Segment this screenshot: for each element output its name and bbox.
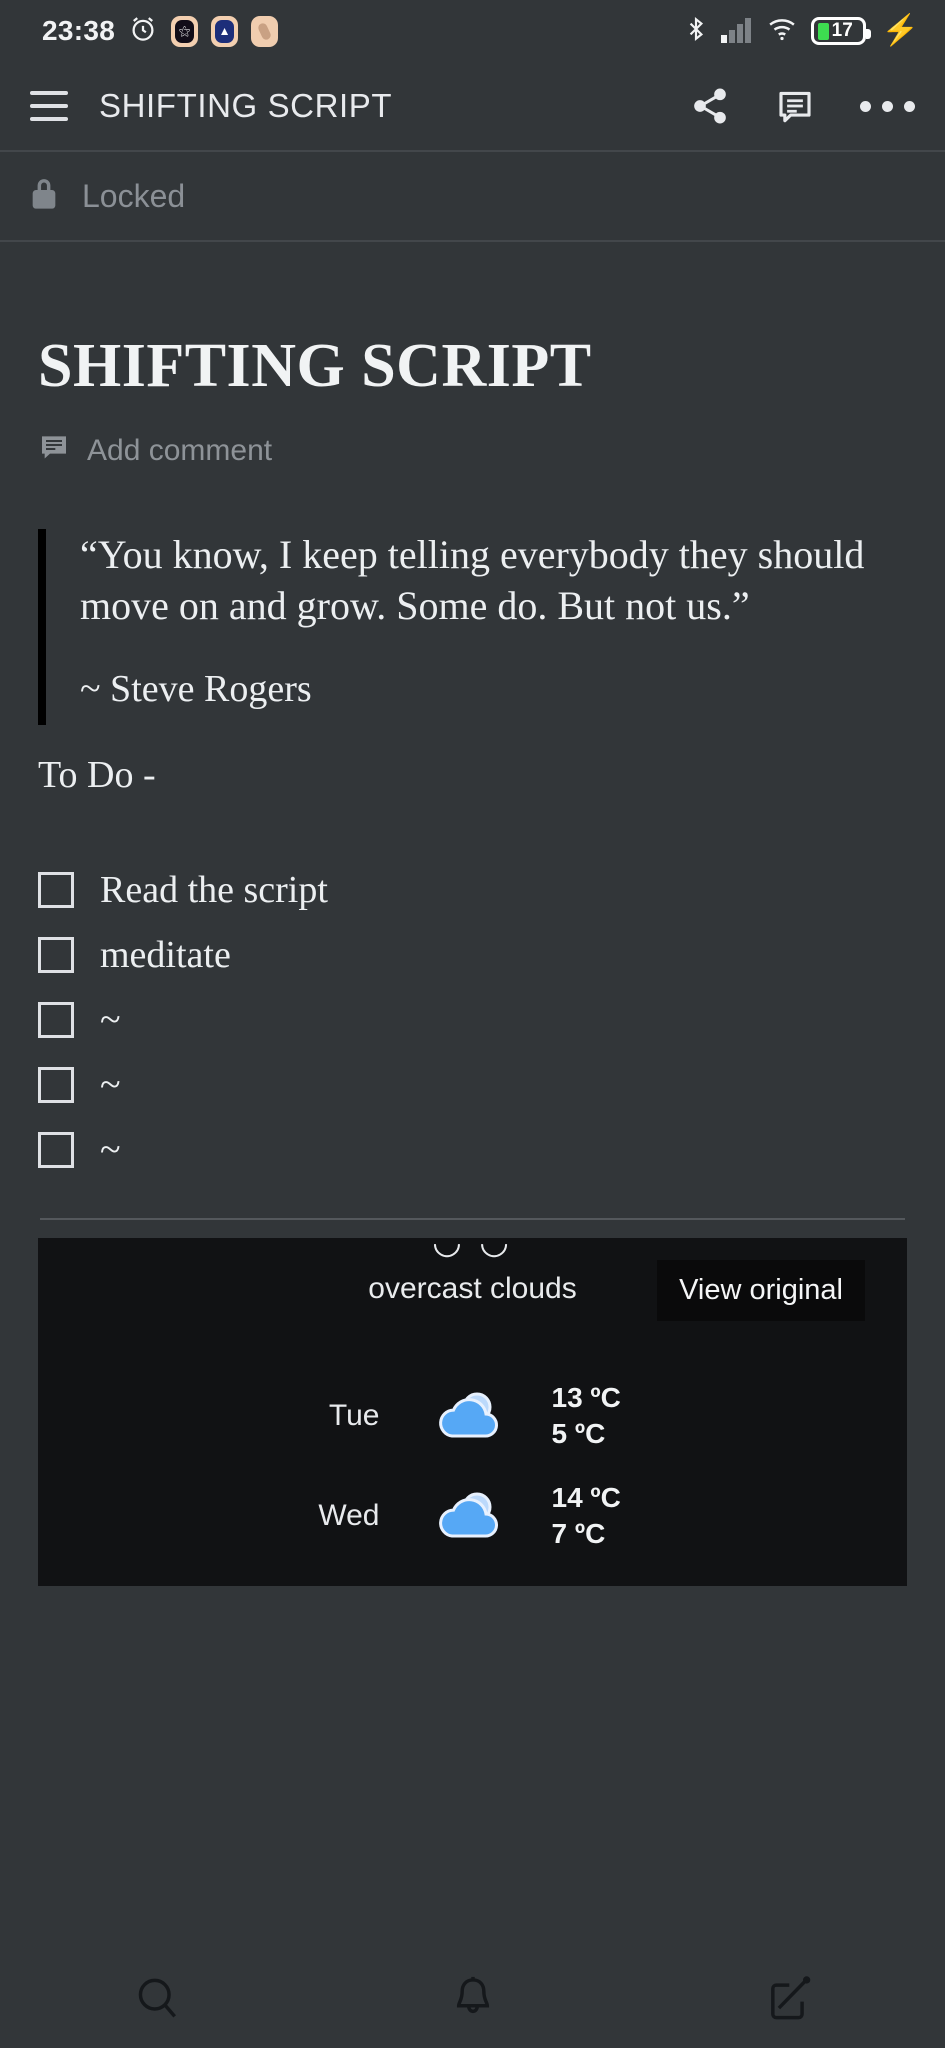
wifi-icon: [765, 14, 799, 49]
list-item[interactable]: Read the script: [38, 857, 907, 922]
checklist-item-label: ~: [100, 998, 121, 1041]
app-bar: SHIFTING SCRIPT: [0, 62, 945, 150]
bottom-navigation-bar: [0, 1950, 945, 2048]
battery-indicator: 17: [810, 17, 871, 45]
section-divider: [40, 1218, 905, 1221]
more-options-icon[interactable]: [860, 100, 915, 112]
checklist-item-label: Read the script: [100, 868, 328, 911]
blockquote-author: ~ Steve Rogers: [80, 668, 312, 711]
list-item[interactable]: ~: [38, 987, 907, 1052]
blockquote: “You know, I keep telling everybody they…: [38, 529, 907, 726]
app-bar-title: SHIFTING SCRIPT: [99, 87, 393, 124]
checklist-item-label: ~: [100, 1063, 121, 1106]
locked-bar-divider: [0, 240, 945, 242]
todo-heading: To Do -: [38, 754, 156, 797]
weather-forecast-list: Tue 13 ºC 5 ºC Wed 14 ºC 7 ºC: [38, 1366, 907, 1566]
forecast-high: 14 ºC: [551, 1482, 621, 1514]
checkbox[interactable]: [38, 871, 74, 908]
locked-label: Locked: [82, 177, 186, 214]
checklist-item-label: ~: [100, 1128, 121, 1171]
forecast-low: 7 ºC: [551, 1518, 606, 1550]
checklist: Read the script meditate ~ ~ ~: [38, 857, 907, 1182]
status-bar-left: 23:38 ⚝ ▲: [42, 14, 279, 49]
app-icon-beige: [251, 15, 279, 47]
share-icon[interactable]: [690, 86, 730, 126]
cellular-signal-icon: [720, 15, 753, 48]
bell-icon[interactable]: [413, 1950, 533, 2048]
charging-bolt-icon: ⚡: [881, 14, 919, 47]
weather-clipped-text: ◡ ◡: [432, 1238, 513, 1262]
app-bar-actions: [690, 85, 915, 127]
cloud-icon: [420, 1486, 516, 1546]
forecast-low: 5 ºC: [551, 1418, 606, 1450]
checkbox[interactable]: [38, 1001, 74, 1038]
forecast-high: 13 ºC: [551, 1382, 621, 1414]
forecast-row: Wed 14 ºC 7 ºC: [38, 1466, 907, 1566]
forecast-temps: 14 ºC 7 ºC: [516, 1480, 706, 1553]
list-item[interactable]: ~: [38, 1117, 907, 1182]
checkbox[interactable]: [38, 1066, 74, 1103]
forecast-temps: 13 ºC 5 ºC: [516, 1380, 706, 1453]
comment-icon[interactable]: [774, 85, 816, 127]
alarm-clock-icon: [128, 14, 158, 49]
checkbox[interactable]: [38, 1131, 74, 1168]
app-icon-dark: ⚝: [171, 15, 199, 47]
page-title: SHIFTING SCRIPT: [38, 332, 592, 400]
comment-icon: [38, 431, 70, 471]
list-item[interactable]: meditate: [38, 922, 907, 987]
locked-bar[interactable]: Locked: [0, 152, 945, 240]
add-comment-button[interactable]: Add comment: [38, 431, 907, 471]
bluetooth-icon: [683, 14, 709, 49]
checklist-item-label: meditate: [100, 933, 231, 976]
checkbox[interactable]: [38, 936, 74, 973]
list-item[interactable]: ~: [38, 1052, 907, 1117]
status-bar-clock: 23:38: [42, 15, 116, 46]
add-comment-label: Add comment: [87, 434, 273, 468]
status-bar: 23:38 ⚝ ▲ 17 ⚡: [0, 0, 945, 62]
compose-icon[interactable]: [728, 1950, 848, 2048]
weather-card[interactable]: ◡ ◡ overcast clouds View original Tue 13…: [38, 1238, 907, 1587]
forecast-day: Wed: [318, 1499, 380, 1533]
hamburger-menu-icon[interactable]: [26, 83, 72, 129]
forecast-day: Tue: [328, 1399, 380, 1433]
forecast-row: Tue 13 ºC 5 ºC: [38, 1366, 907, 1466]
lock-icon: [28, 175, 60, 218]
status-bar-right: 17 ⚡: [683, 14, 919, 49]
blockquote-text: “You know, I keep telling everybody they…: [80, 532, 865, 629]
battery-percent: 17: [831, 20, 853, 41]
cloud-icon: [420, 1386, 516, 1446]
note-app-screen: 23:38 ⚝ ▲ 17 ⚡ SHIFTING SCRIPT Locked SH…: [0, 0, 945, 2048]
search-icon[interactable]: [98, 1950, 218, 2048]
view-original-button[interactable]: View original: [657, 1260, 865, 1322]
app-icon-blue: ▲: [211, 15, 239, 47]
document-body: SHIFTING SCRIPT Add comment “You know, I…: [0, 332, 945, 1587]
